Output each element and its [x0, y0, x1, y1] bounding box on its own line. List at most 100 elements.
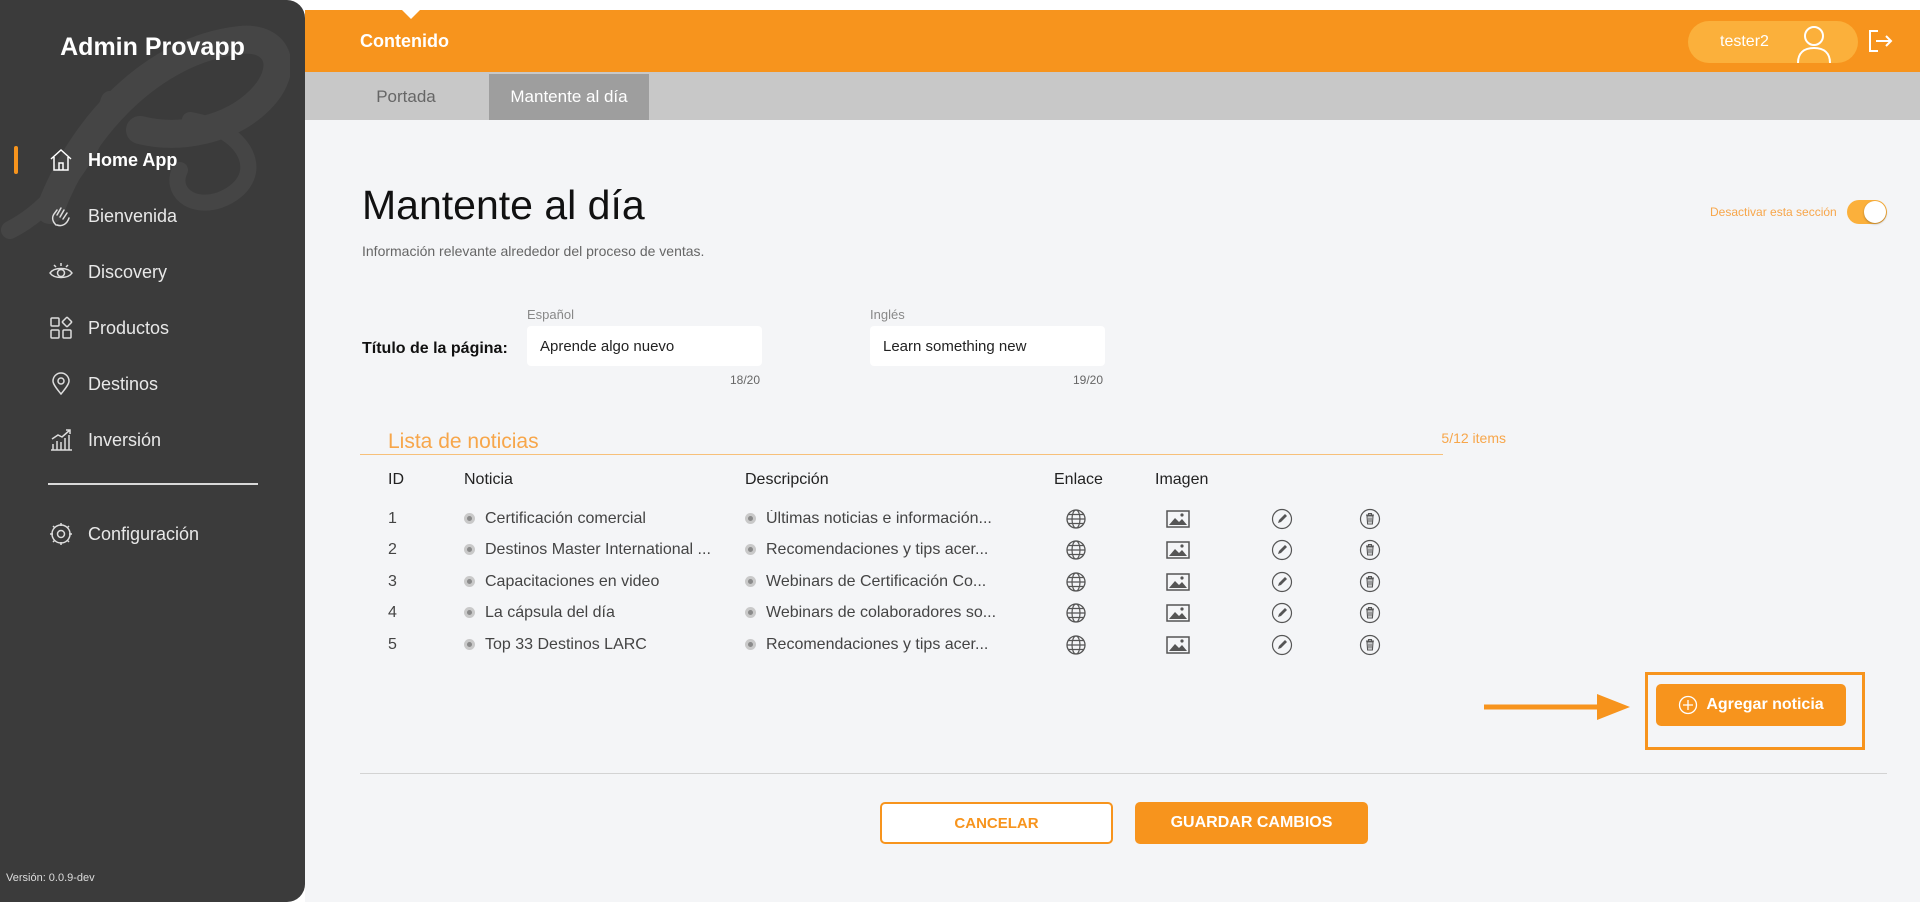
row-description-text: Recomendaciones y tips acer...	[766, 541, 989, 558]
app-version: Versión: 0.0.9-dev	[6, 872, 95, 884]
row-news-text: Destinos Master International ...	[485, 541, 711, 558]
row-id: 5	[388, 636, 397, 653]
table-row: 1 Certificación comercial Últimas noticias…	[305, 505, 1920, 536]
row-news-title: Capacitaciones en video	[464, 573, 719, 591]
bullet-icon	[464, 513, 475, 524]
news-list-divider	[360, 454, 1443, 455]
sidebar-item-home-app[interactable]: Home App	[0, 132, 305, 188]
row-id: 4	[388, 604, 397, 621]
image-icon[interactable]	[1166, 633, 1190, 657]
toggle-knob	[1864, 201, 1886, 223]
tab-portada[interactable]: Portada	[345, 74, 467, 120]
plus-circle-icon	[1679, 695, 1698, 715]
sidebar-item-destinos[interactable]: Destinos	[0, 356, 305, 412]
row-news-text: Certificación comercial	[485, 510, 646, 527]
column-header-enlace: Enlace	[1054, 471, 1103, 488]
sidebar-item-label: Home App	[88, 149, 178, 170]
sidebar-divider	[48, 483, 258, 485]
sidebar-item-label: Discovery	[88, 261, 168, 282]
username: tester2	[1720, 33, 1769, 50]
arrow-pointer-icon	[1484, 694, 1630, 720]
edit-pencil-icon[interactable]	[1270, 538, 1294, 562]
globe-icon[interactable]	[1064, 601, 1088, 625]
trash-icon[interactable]	[1358, 538, 1382, 562]
globe-icon[interactable]	[1064, 507, 1088, 531]
page-subtitle: Información relevante alrededor del proc…	[362, 243, 705, 259]
column-header-descripcion: Descripción	[745, 471, 829, 488]
english-char-counter: 19/20	[1073, 373, 1104, 387]
cancel-button[interactable]: CANCELAR	[880, 802, 1113, 844]
row-news-title: Destinos Master International ...	[464, 541, 719, 559]
bullet-icon	[464, 544, 475, 555]
english-title-input[interactable]	[870, 326, 1105, 366]
row-description: Últimas noticias e información...	[745, 510, 1010, 528]
bullet-icon	[745, 639, 756, 650]
sidebar-item-label: Inversión	[88, 429, 162, 450]
add-news-label: Agregar noticia	[1706, 696, 1824, 713]
bullet-icon	[464, 576, 475, 587]
trash-icon[interactable]	[1358, 601, 1382, 625]
sidebar-item-inversion[interactable]: Inversión	[0, 412, 305, 468]
column-header-id: ID	[388, 471, 404, 488]
tab-mantente-al-dia[interactable]: Mantente al día	[489, 74, 649, 120]
sidebar-item-discovery[interactable]: Discovery	[0, 244, 305, 300]
image-icon[interactable]	[1166, 601, 1190, 625]
spanish-char-counter: 18/20	[730, 373, 761, 387]
section-toggle-label: Desactivar esta sección	[1710, 205, 1837, 219]
row-description: Webinars de colaboradores so...	[745, 604, 1010, 622]
image-icon[interactable]	[1166, 570, 1190, 594]
column-header-imagen: Imagen	[1155, 471, 1209, 488]
user-avatar-icon	[1797, 26, 1831, 64]
page-title-field-label: Título de la página:	[362, 340, 508, 357]
row-news-title: La cápsula del día	[464, 604, 719, 622]
sidebar-item-configuracion[interactable]: Configuración	[0, 506, 305, 562]
section-title: Contenido	[360, 31, 449, 51]
main-content: Mantente al día Información relevante al…	[305, 120, 1920, 902]
row-news-text: La cápsula del día	[485, 604, 615, 621]
globe-icon[interactable]	[1064, 633, 1088, 657]
row-news-title: Top 33 Destinos LARC	[464, 636, 719, 654]
row-id: 3	[388, 573, 397, 590]
spanish-label: Español	[527, 307, 574, 322]
trash-icon[interactable]	[1358, 507, 1382, 531]
sidebar-item-label: Configuración	[88, 523, 200, 544]
news-item-count: 5/12 items	[1441, 430, 1506, 446]
home-icon	[48, 147, 74, 173]
page-title: Mantente al día	[362, 182, 645, 228]
save-changes-button[interactable]: GUARDAR CAMBIOS	[1135, 802, 1368, 844]
row-news-title: Certificación comercial	[464, 510, 719, 528]
edit-pencil-icon[interactable]	[1270, 570, 1294, 594]
add-news-button[interactable]: Agregar noticia	[1656, 684, 1846, 726]
row-news-text: Capacitaciones en video	[485, 573, 660, 590]
image-icon[interactable]	[1166, 538, 1190, 562]
edit-pencil-icon[interactable]	[1270, 601, 1294, 625]
sidebar-item-bienvenida[interactable]: Bienvenida	[0, 188, 305, 244]
sidebar-item-productos[interactable]: Productos	[0, 300, 305, 356]
logout-icon[interactable]	[1865, 26, 1895, 56]
edit-pencil-icon[interactable]	[1270, 633, 1294, 657]
settings-icon	[48, 521, 74, 547]
row-news-text: Top 33 Destinos LARC	[485, 636, 647, 653]
eye-icon	[48, 259, 74, 285]
bullet-icon	[464, 607, 475, 618]
user-menu[interactable]: tester2	[1688, 21, 1858, 64]
news-list-title: Lista de noticias	[388, 430, 539, 453]
globe-icon[interactable]	[1064, 570, 1088, 594]
table-row: 5 Top 33 Destinos LARC Recomendaciones y t…	[305, 631, 1920, 662]
english-label: Inglés	[870, 307, 905, 322]
image-icon[interactable]	[1166, 507, 1190, 531]
trash-icon[interactable]	[1358, 633, 1382, 657]
bullet-icon	[745, 576, 756, 587]
waving-hand-icon	[48, 203, 74, 229]
section-toggle[interactable]	[1847, 200, 1887, 224]
sidebar: Admin Provapp Home App Bienvenida Discov…	[0, 0, 305, 902]
spanish-title-input[interactable]	[527, 326, 762, 366]
top-bar: Contenido tester2	[305, 9, 1920, 72]
table-row: 2 Destinos Master International ... Recome…	[305, 536, 1920, 567]
globe-icon[interactable]	[1064, 538, 1088, 562]
edit-pencil-icon[interactable]	[1270, 507, 1294, 531]
table-row: 4 La cápsula del día Webinars de colaborad…	[305, 599, 1920, 630]
grid-icon	[48, 315, 74, 341]
trash-icon[interactable]	[1358, 570, 1382, 594]
column-header-noticia: Noticia	[464, 471, 513, 488]
